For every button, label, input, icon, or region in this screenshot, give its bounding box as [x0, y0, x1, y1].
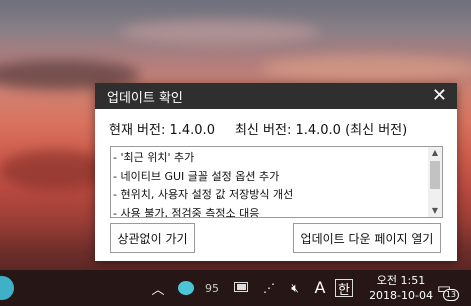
scroll-down-icon[interactable]: ▼ [428, 205, 442, 217]
ignore-button[interactable]: 상관없이 가기 [110, 223, 195, 253]
latest-version: 최신 버전: 1.4.0.0 (최신 버전) [234, 123, 408, 138]
dialog-titlebar: 업데이트 확인 ✕ [95, 83, 457, 109]
taskbar: ︿ 95 ⋰ 🔇︎ A 한 오전 1:51 2018-10-04 ▭ 13 [0, 270, 471, 306]
changelog-item: - '최근 위치' 추가 [113, 151, 195, 164]
chevron-up-icon[interactable]: ︿ [150, 279, 166, 298]
tray-number[interactable]: 95 [202, 279, 222, 297]
battery-level [236, 284, 246, 290]
ime-hangul[interactable]: 한 [335, 279, 353, 298]
app-icon[interactable] [0, 276, 14, 300]
notification-badge: 13 [442, 289, 459, 301]
version-info: 현재 버전: 1.4.0.0 최신 버전: 1.4.0.0 (최신 버전) [109, 119, 407, 138]
changelog-textbox[interactable]: - '최근 위치' 추가 - 네이티브 GUI 글꼴 설정 옵션 추가 - 현위… [110, 146, 443, 218]
current-version: 현재 버전: 1.4.0.0 [109, 123, 215, 138]
changelog-item: - 현위치, 사용자 설정 값 저장방식 개선 [113, 188, 294, 201]
changelog-item: - 사용 불가, 점검중 측정소 대응 [113, 206, 260, 218]
dialog-title: 업데이트 확인 [107, 90, 183, 106]
open-download-page-button[interactable]: 업데이트 다운 페이지 열기 [293, 223, 441, 253]
clock-date: 2018-10-04 [369, 289, 433, 302]
battery-icon[interactable] [234, 282, 248, 292]
scrollbar-thumb[interactable] [430, 161, 440, 189]
ime-letter[interactable]: A [311, 276, 329, 298]
changelog-item: - 네이티브 GUI 글꼴 설정 옵션 추가 [113, 169, 280, 183]
clock-time: 오전 1:51 [376, 274, 426, 287]
cloud [120, 20, 320, 44]
clock[interactable]: 오전 1:51 2018-10-04 [369, 273, 433, 303]
cloud-app-icon[interactable] [178, 281, 194, 295]
close-icon[interactable]: ✕ [432, 87, 447, 105]
notification-icon[interactable]: ▭ 13 [433, 277, 459, 301]
scroll-up-icon[interactable]: ▲ [428, 147, 442, 159]
volume-muted-icon[interactable]: 🔇︎ [286, 279, 304, 297]
update-dialog: 업데이트 확인 ✕ 현재 버전: 1.4.0.0 최신 버전: 1.4.0.0 … [95, 83, 457, 261]
cloud [0, 150, 110, 190]
cloud [260, 55, 471, 81]
changelog-scrollbar[interactable]: ▲ ▼ [428, 147, 442, 217]
wifi-icon[interactable]: ⋰ [261, 279, 277, 297]
